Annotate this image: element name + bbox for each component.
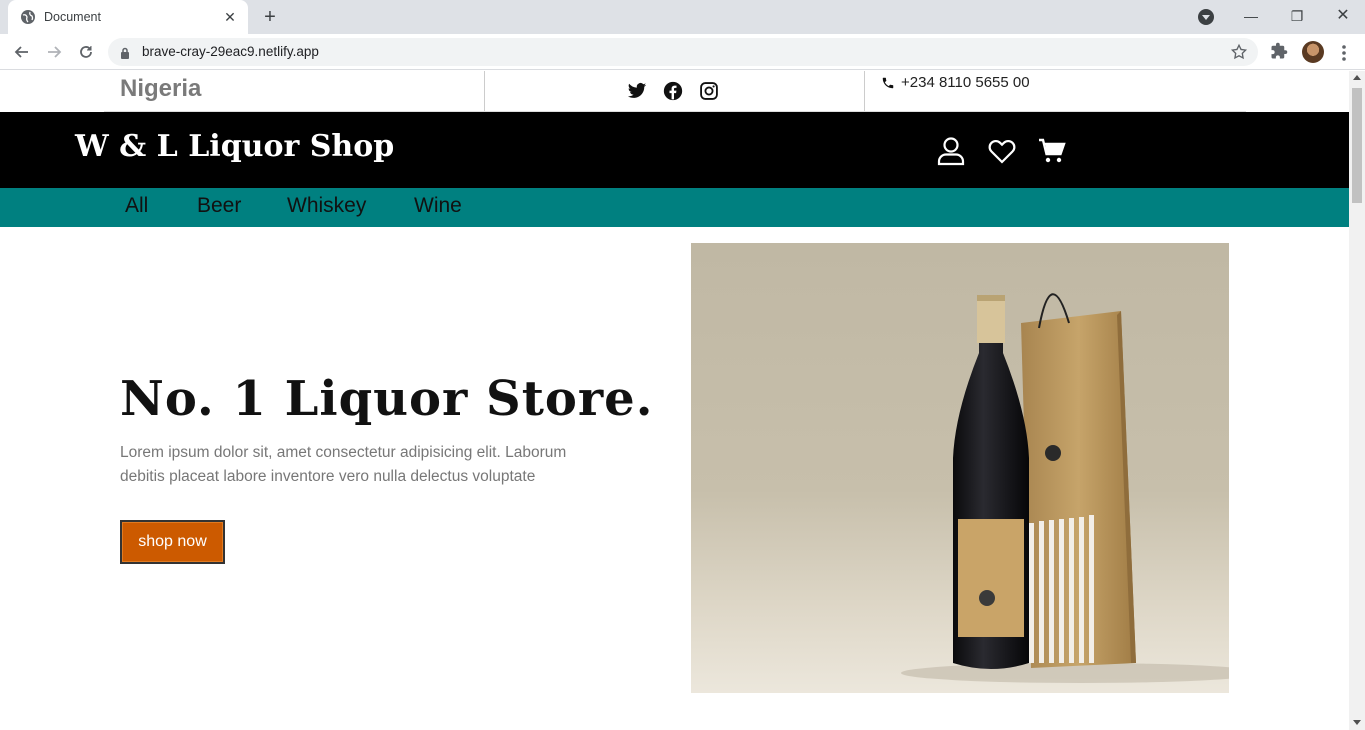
phone-icon bbox=[881, 76, 895, 90]
browser-tab-strip: Document ✕ + — ❐ ✕ bbox=[0, 0, 1365, 34]
top-info-strip: Nigeria +234 8110 5655 00 bbox=[0, 71, 1349, 112]
hero-title: No. 1 Liquor Store. bbox=[120, 371, 654, 427]
nav-item-beer[interactable]: Beer bbox=[197, 194, 241, 218]
nav-item-wine[interactable]: Wine bbox=[414, 194, 462, 218]
facebook-icon[interactable] bbox=[663, 81, 683, 101]
category-nav: All Beer Whiskey Wine bbox=[0, 188, 1349, 227]
hero-wine-image bbox=[691, 243, 1229, 693]
address-bar[interactable]: brave-cray-29eac9.netlify.app bbox=[108, 38, 1258, 66]
extensions-puzzle-icon[interactable] bbox=[1270, 42, 1288, 65]
browser-toolbar: brave-cray-29eac9.netlify.app bbox=[0, 34, 1365, 70]
forward-icon[interactable] bbox=[42, 40, 66, 64]
page-viewport: Nigeria +234 8110 5655 00 W & L Liquor S… bbox=[0, 71, 1349, 730]
user-icon[interactable] bbox=[936, 136, 966, 166]
tab-search-icon[interactable] bbox=[1198, 9, 1214, 25]
divider bbox=[864, 71, 865, 112]
nav-item-whiskey[interactable]: Whiskey bbox=[287, 194, 366, 218]
scroll-down-icon[interactable] bbox=[1353, 720, 1361, 725]
phone-number: +234 8110 5655 00 bbox=[901, 74, 1030, 91]
hero-description: Lorem ipsum dolor sit, amet consectetur … bbox=[120, 444, 567, 485]
social-links bbox=[627, 81, 719, 101]
globe-icon bbox=[20, 9, 36, 25]
back-icon[interactable] bbox=[10, 40, 34, 64]
twitter-icon[interactable] bbox=[627, 81, 647, 101]
site-header: W & L Liquor Shop bbox=[0, 112, 1349, 188]
country-label: Nigeria bbox=[120, 75, 202, 102]
shop-now-button[interactable]: shop now bbox=[120, 520, 225, 564]
maximize-button[interactable]: ❐ bbox=[1274, 4, 1320, 28]
window-close-button[interactable]: ✕ bbox=[1320, 4, 1365, 28]
bookmark-star-icon[interactable] bbox=[1230, 43, 1248, 66]
divider bbox=[484, 71, 485, 112]
profile-avatar[interactable] bbox=[1302, 41, 1324, 63]
url-text: brave-cray-29eac9.netlify.app bbox=[142, 44, 319, 59]
scrollbar-thumb[interactable] bbox=[1352, 88, 1362, 203]
brand-logo[interactable]: W & L Liquor Shop bbox=[75, 129, 394, 164]
heart-icon[interactable] bbox=[987, 136, 1017, 166]
minimize-button[interactable]: — bbox=[1228, 4, 1274, 28]
scroll-up-icon[interactable] bbox=[1353, 75, 1361, 80]
phone-contact: +234 8110 5655 00 bbox=[881, 74, 1030, 91]
browser-tab[interactable]: Document ✕ bbox=[8, 0, 248, 34]
cart-icon[interactable] bbox=[1037, 136, 1067, 166]
page-scrollbar[interactable] bbox=[1349, 71, 1365, 730]
tab-title: Document bbox=[44, 10, 101, 24]
tab-close-icon[interactable]: ✕ bbox=[222, 9, 238, 25]
browser-menu-icon[interactable] bbox=[1336, 43, 1352, 63]
reload-icon[interactable] bbox=[74, 40, 98, 64]
new-tab-button[interactable]: + bbox=[258, 6, 282, 28]
lock-icon bbox=[120, 46, 130, 64]
instagram-icon[interactable] bbox=[699, 81, 719, 101]
nav-item-all[interactable]: All bbox=[125, 194, 148, 218]
